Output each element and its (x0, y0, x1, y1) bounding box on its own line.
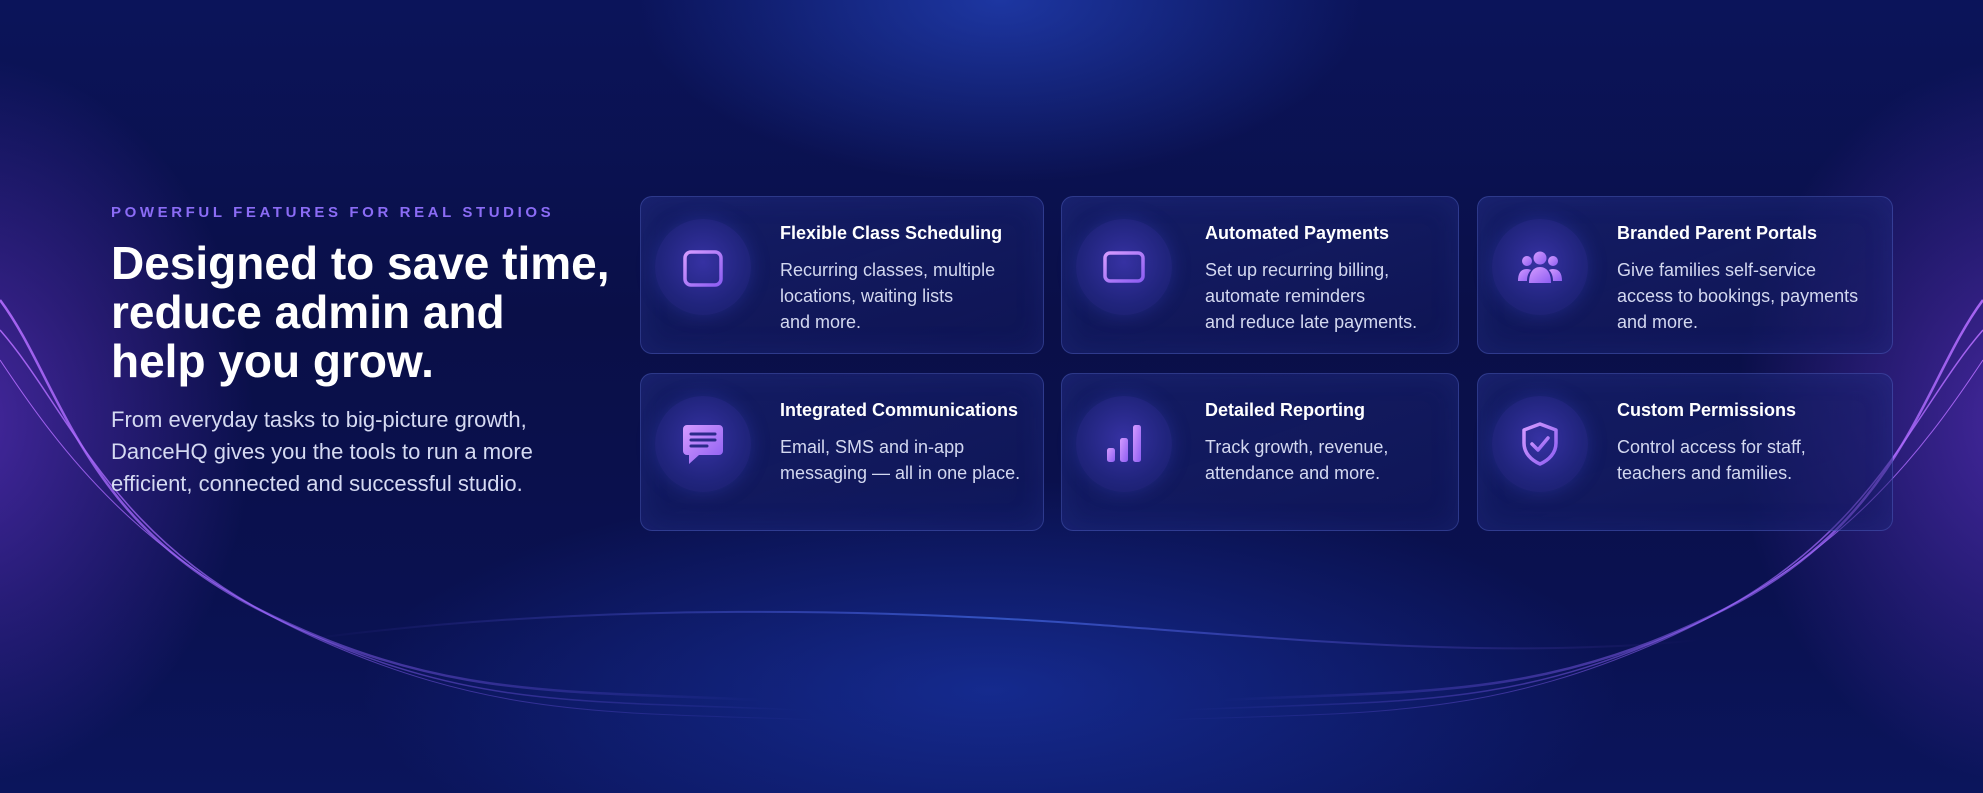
feature-description-line: Give families self-service (1617, 260, 1817, 280)
feature-card-scheduling: Flexible Class Scheduling Recurring clas… (640, 196, 1044, 354)
feature-description-line: messaging — all in one place. (780, 463, 1021, 483)
feature-icon-wrap (655, 396, 751, 492)
credit-card-icon (1103, 251, 1145, 283)
eyebrow-label: POWERFUL FEATURES FOR REAL STUDIOS (111, 204, 555, 221)
feature-description-line: Email, SMS and in-app (780, 437, 965, 457)
feature-title: Detailed Reporting (1205, 400, 1366, 420)
bar-chart-icon (1107, 425, 1141, 462)
feature-icon-wrap (1492, 396, 1588, 492)
headline: Designed to save time, reduce admin and … (111, 239, 631, 386)
feature-card-communications: Integrated Communications Email, SMS and… (640, 373, 1044, 531)
intro-description-line: efficient, connected and successful stud… (111, 471, 523, 496)
feature-icon-wrap (1076, 396, 1172, 492)
feature-title: Custom Permissions (1617, 400, 1797, 420)
feature-icon-wrap (1076, 219, 1172, 315)
feature-description-line: and reduce late payments. (1205, 312, 1418, 332)
headline-line: reduce admin and (111, 286, 505, 338)
chat-icon (683, 425, 723, 464)
feature-description: Recurring classes, multiple locations, w… (780, 257, 1042, 335)
feature-description-line: Recurring classes, multiple (780, 260, 996, 280)
feature-icon-wrap (1492, 219, 1588, 315)
feature-description: Control access for staff, teachers and f… (1617, 434, 1879, 486)
feature-icon-wrap (655, 219, 751, 315)
feature-description-line: Control access for staff, (1617, 437, 1806, 457)
intro-description: From everyday tasks to big-picture growt… (111, 404, 631, 500)
feature-title: Branded Parent Portals (1617, 223, 1818, 243)
feature-description-line: locations, waiting lists (780, 286, 954, 306)
headline-line: help you grow. (111, 335, 434, 387)
intro-description-line: From everyday tasks to big-picture growt… (111, 407, 527, 432)
feature-description-line: and more. (1617, 312, 1699, 332)
feature-card-portals: Branded Parent Portals Give families sel… (1477, 196, 1893, 354)
feature-description: Set up recurring billing, automate remin… (1205, 257, 1467, 335)
feature-card-payments: Automated Payments Set up recurring bill… (1061, 196, 1459, 354)
feature-card-reporting: Detailed Reporting Track growth, revenue… (1061, 373, 1459, 531)
feature-description-line: Set up recurring billing, (1205, 260, 1390, 280)
feature-description-line: attendance and more. (1205, 463, 1381, 483)
feature-title: Automated Payments (1205, 223, 1390, 243)
feature-title: Flexible Class Scheduling (780, 223, 1003, 243)
feature-description-line: Track growth, revenue, (1205, 437, 1389, 457)
feature-description: Give families self-service access to boo… (1617, 257, 1879, 335)
shield-check-icon (1522, 422, 1558, 466)
feature-description: Email, SMS and in-app messaging — all in… (780, 434, 1042, 486)
feature-card-permissions: Custom Permissions Control access for st… (1477, 373, 1893, 531)
headline-line: Designed to save time, (111, 237, 610, 289)
users-icon (1518, 251, 1562, 283)
intro-description-line: DanceHQ gives you the tools to run a mor… (111, 439, 533, 464)
feature-description-line: and more. (780, 312, 862, 332)
feature-description-line: teachers and families. (1617, 463, 1793, 483)
feature-description-line: access to bookings, payments (1617, 286, 1859, 306)
feature-title: Integrated Communications (780, 400, 1019, 420)
feature-description: Track growth, revenue, attendance and mo… (1205, 434, 1467, 486)
feature-description-line: automate reminders (1205, 286, 1366, 306)
intro-section: POWERFUL FEATURES FOR REAL STUDIOS Desig… (111, 204, 631, 500)
calendar-icon (683, 245, 723, 287)
